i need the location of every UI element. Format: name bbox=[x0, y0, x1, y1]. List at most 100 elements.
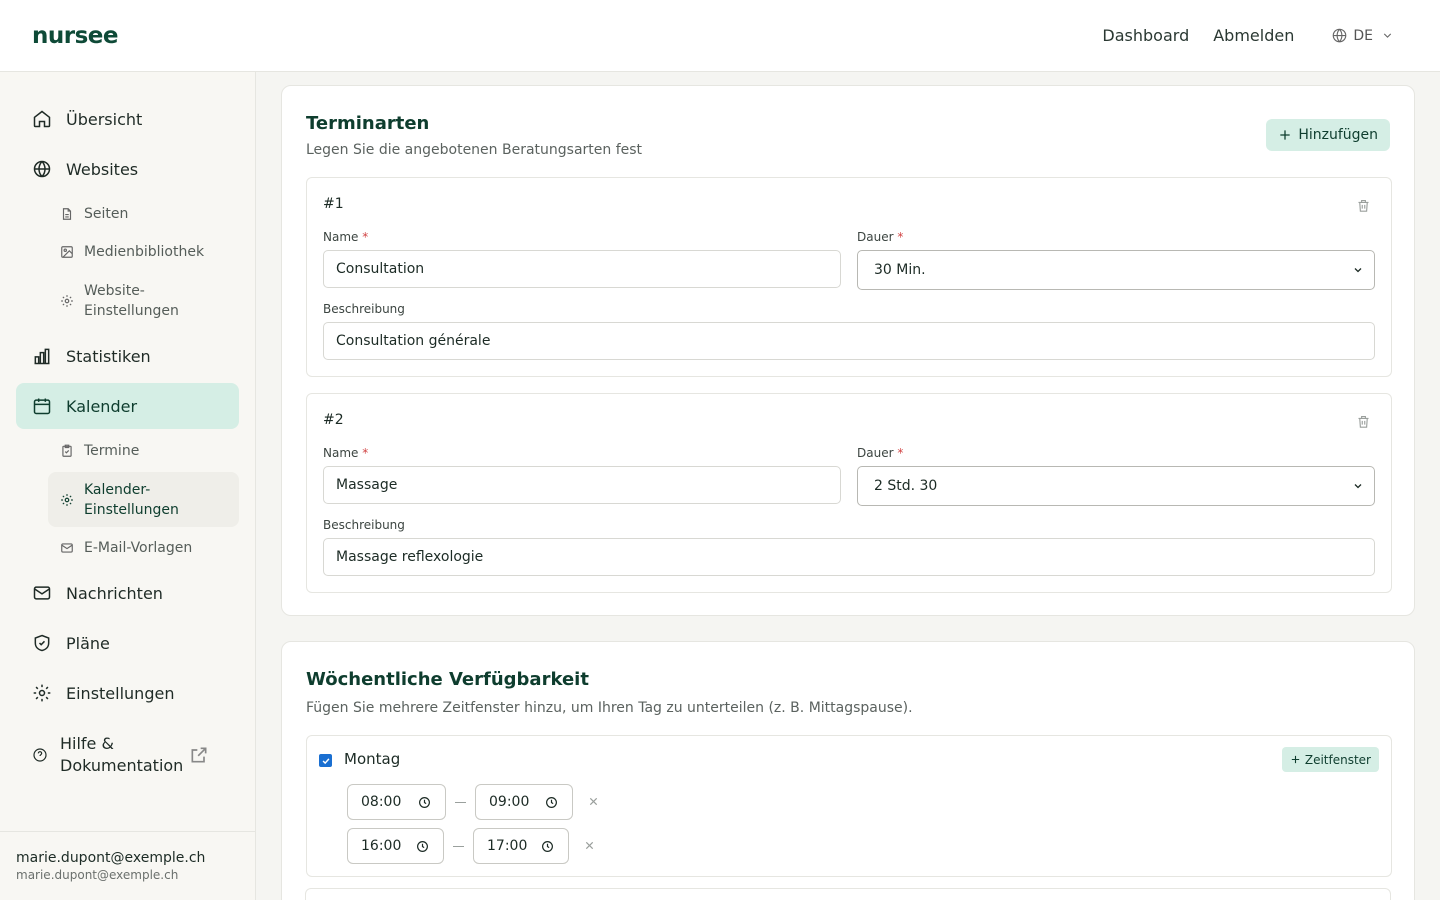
sidebar-subitem-website-settings[interactable]: Website-Einstellungen bbox=[48, 280, 218, 322]
duration-select-value: 30 Min. bbox=[874, 262, 926, 278]
gear-icon bbox=[61, 493, 73, 506]
weekly-availability-card: Wöchentliche Verfügbarkeit Fügen Sie meh… bbox=[281, 641, 1415, 900]
globe-icon bbox=[33, 160, 51, 178]
sidebar-item-label: Einstellungen bbox=[66, 683, 175, 703]
bar-chart-icon bbox=[34, 348, 50, 365]
file-icon bbox=[62, 208, 72, 220]
chevron-down-icon bbox=[1354, 484, 1362, 489]
trash-icon[interactable] bbox=[1356, 414, 1371, 429]
name-field-label: Name * bbox=[323, 230, 369, 244]
time-value: 08:00 bbox=[361, 794, 402, 810]
help-circle-icon bbox=[33, 748, 47, 762]
logo[interactable]: nursee bbox=[32, 23, 118, 49]
gear-icon bbox=[61, 295, 73, 307]
calendar-icon bbox=[33, 398, 51, 415]
sidebar-item-settings[interactable]: Einstellungen bbox=[16, 670, 239, 716]
time-slot-end[interactable]: 17:00 bbox=[473, 828, 569, 864]
day-row-next bbox=[305, 888, 1391, 900]
sidebar-item-label: Nachrichten bbox=[66, 583, 163, 603]
user-profile[interactable]: marie.dupont@exemple.ch marie.dupont@exe… bbox=[0, 831, 255, 900]
top-header: nursee Dashboard Abmelden DE bbox=[0, 0, 1440, 72]
sidebar-item-overview[interactable]: Übersicht bbox=[16, 96, 239, 142]
plus-icon bbox=[1280, 130, 1290, 140]
home-icon bbox=[33, 110, 51, 128]
header-nav: Dashboard Abmelden DE bbox=[1102, 26, 1408, 45]
appointment-name-input[interactable]: Massage bbox=[323, 466, 841, 504]
appointment-type-item: #1 Name * Consultation Dauer * 30 Min. B… bbox=[306, 177, 1392, 377]
appointment-types-card: Terminarten Legen Sie die angebotenen Be… bbox=[281, 85, 1415, 616]
name-field-label: Name * bbox=[323, 446, 369, 460]
duration-select-value: 2 Std. 30 bbox=[874, 478, 938, 494]
time-value: 17:00 bbox=[487, 838, 528, 854]
day-row-monday: Montag Zeitfenster 08:00 09:00 16:00 17:… bbox=[306, 735, 1392, 877]
sidebar-subitem-media-library[interactable]: Medienbibliothek bbox=[48, 242, 239, 262]
duration-field-label: Dauer * bbox=[857, 230, 904, 244]
shield-icon bbox=[34, 634, 50, 652]
checkmark-icon bbox=[322, 757, 329, 764]
clock-icon bbox=[546, 796, 557, 808]
day-enabled-checkbox[interactable] bbox=[319, 754, 332, 767]
sidebar-subitem-label: Medienbibliothek bbox=[84, 244, 205, 260]
trash-icon[interactable] bbox=[1356, 198, 1371, 213]
user-name: marie.dupont@exemple.ch bbox=[16, 850, 206, 866]
appointment-types-title: Terminarten bbox=[306, 113, 430, 134]
sidebar-item-plans[interactable]: Pläne bbox=[16, 620, 239, 666]
range-separator bbox=[453, 846, 464, 847]
time-slot-start[interactable]: 16:00 bbox=[347, 828, 444, 864]
time-slot-end[interactable]: 09:00 bbox=[475, 784, 573, 820]
time-slot-start[interactable]: 08:00 bbox=[347, 784, 446, 820]
sidebar-subitem-calendar-settings[interactable]: Kalender-Einstellungen bbox=[48, 472, 239, 527]
sidebar-item-help[interactable]: Hilfe & Dokumentation bbox=[16, 728, 239, 782]
appointment-description-input[interactable]: Massage reflexologie bbox=[323, 538, 1375, 576]
sidebar-item-statistics[interactable]: Statistiken bbox=[16, 333, 239, 379]
chevron-down-icon bbox=[1383, 33, 1392, 38]
remove-slot-icon[interactable] bbox=[584, 840, 595, 851]
sidebar-item-calendar[interactable]: Kalender bbox=[16, 383, 239, 429]
globe-icon bbox=[1333, 28, 1347, 43]
time-value: 16:00 bbox=[361, 838, 402, 854]
sidebar-item-messages[interactable]: Nachrichten bbox=[16, 570, 239, 616]
sidebar-item-label: Websites bbox=[66, 159, 139, 179]
description-field-label: Beschreibung bbox=[323, 518, 405, 532]
description-field-label: Beschreibung bbox=[323, 302, 405, 316]
sidebar-subitem-label: E-Mail-Vorlagen bbox=[84, 540, 193, 556]
logout-link[interactable]: Abmelden bbox=[1213, 26, 1294, 45]
dashboard-link[interactable]: Dashboard bbox=[1102, 26, 1189, 45]
language-selector[interactable]: DE bbox=[1332, 28, 1394, 44]
sidebar-subitem-email-templates[interactable]: E-Mail-Vorlagen bbox=[48, 538, 239, 558]
add-appointment-type-button[interactable]: Hinzufügen bbox=[1266, 119, 1390, 151]
duration-field-label: Dauer * bbox=[857, 446, 904, 460]
clipboard-icon bbox=[62, 444, 72, 457]
mail-icon bbox=[33, 586, 51, 600]
clock-icon bbox=[542, 840, 553, 852]
duration-select[interactable]: 30 Min. bbox=[857, 250, 1375, 290]
sidebar-subitem-label: Website-Einstellungen bbox=[84, 283, 179, 319]
sidebar-subitem-appointments[interactable]: Termine bbox=[48, 441, 239, 461]
gear-icon bbox=[33, 684, 51, 702]
sidebar-item-label: Pläne bbox=[66, 633, 110, 653]
sidebar-item-label: Kalender bbox=[66, 396, 138, 416]
language-code: DE bbox=[1353, 27, 1373, 44]
range-separator bbox=[455, 802, 466, 803]
mail-icon bbox=[61, 543, 73, 553]
add-time-slot-button[interactable]: Zeitfenster bbox=[1281, 747, 1379, 772]
add-button-label: Hinzufügen bbox=[1298, 127, 1378, 143]
sidebar-item-label: Übersicht bbox=[66, 109, 143, 129]
appointment-type-number: #1 bbox=[323, 196, 344, 212]
appointment-type-item: #2 Name * Massage Dauer * 2 Std. 30 Besc… bbox=[306, 393, 1392, 593]
sidebar-subitem-label: Seiten bbox=[84, 206, 129, 222]
appointment-type-number: #2 bbox=[323, 412, 344, 428]
clock-icon bbox=[417, 840, 428, 852]
clock-icon bbox=[419, 796, 430, 808]
remove-slot-icon[interactable] bbox=[588, 796, 599, 807]
plus-icon bbox=[1291, 755, 1300, 764]
chevron-down-icon bbox=[1354, 268, 1362, 273]
duration-select[interactable]: 2 Std. 30 bbox=[857, 466, 1375, 506]
appointment-description-input[interactable]: Consultation générale bbox=[323, 322, 1375, 360]
sidebar-subitem-pages[interactable]: Seiten bbox=[48, 204, 239, 224]
appointment-name-input[interactable]: Consultation bbox=[323, 250, 841, 288]
sidebar-subitem-label: Kalender-Einstellungen bbox=[84, 481, 179, 518]
image-icon bbox=[61, 246, 73, 258]
user-email: marie.dupont@exemple.ch bbox=[16, 868, 179, 882]
sidebar-item-websites[interactable]: Websites bbox=[16, 146, 239, 192]
